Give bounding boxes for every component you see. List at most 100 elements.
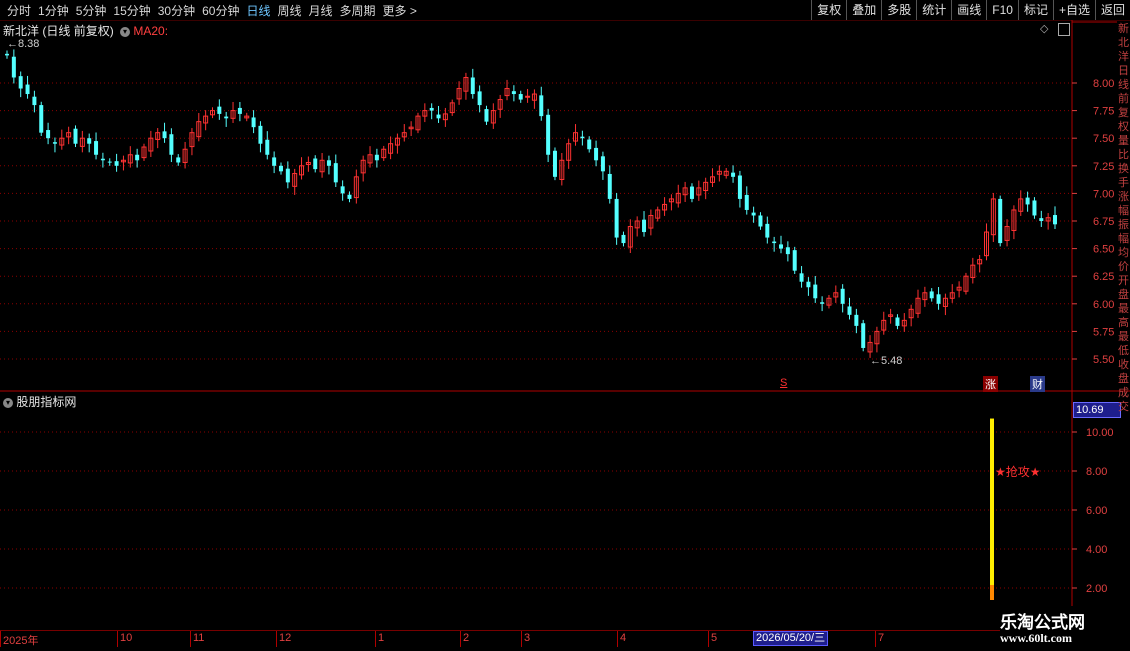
candle-body-down — [169, 134, 174, 155]
candle-body-down — [347, 194, 352, 199]
dropdown-icon[interactable]: ▾ — [120, 26, 131, 37]
s-marker[interactable]: S — [780, 377, 787, 389]
candle-body-down — [820, 302, 825, 304]
candle-body-down — [518, 94, 523, 100]
candle-body-down — [744, 194, 749, 210]
chart-mode: (日线 前复权) — [42, 24, 114, 38]
candle-body-down — [39, 105, 44, 133]
indicator-bar — [990, 418, 994, 600]
low-price-note: ←5.48 — [870, 355, 903, 367]
candle-body-down — [217, 106, 222, 114]
price-axis-label: 5.75 — [1093, 326, 1114, 338]
candle-body-down — [11, 56, 16, 78]
price-axis-label: 6.75 — [1093, 216, 1114, 228]
date-axis-label: 12 — [279, 632, 292, 644]
indicator-name: 股朋指标网 — [16, 395, 77, 409]
candlestick-series — [5, 49, 1057, 358]
candle-body-down — [251, 117, 256, 128]
date-axis-tick — [117, 631, 118, 647]
arrow-icon: ← — [7, 38, 18, 50]
candle-body-down — [854, 314, 859, 326]
date-axis-tick — [521, 631, 522, 647]
candle-body-down — [779, 244, 784, 249]
date-axis-tick — [0, 631, 1, 647]
candle-body-down — [998, 198, 1003, 244]
candle-body-down — [100, 158, 105, 161]
candle-body-down — [751, 212, 756, 216]
candle-body-down — [539, 95, 544, 117]
indicator-bar-base — [990, 585, 994, 600]
candle-body-down — [765, 223, 770, 238]
candle-body-down — [52, 142, 57, 144]
candle-body-down — [5, 53, 9, 56]
date-axis-label: 4 — [620, 632, 627, 644]
date-axis-tick — [617, 631, 618, 647]
indicator-axis-label: 4.00 — [1086, 544, 1107, 556]
candle-body-down — [94, 141, 99, 155]
candle-body-down — [32, 96, 37, 106]
price-axis-label: 7.75 — [1093, 106, 1114, 118]
candle-body-down — [265, 139, 270, 155]
indicator-axis: 10.00 8.00 6.00 4.00 2.00 — [1072, 427, 1114, 595]
candle-body-down — [237, 107, 242, 114]
candle-body-down — [689, 186, 694, 199]
kline-chart-area[interactable]: 8.00 7.75 7.50 7.25 7.00 6.75 6.50 6.25 6.00 5.75… — [0, 0, 1130, 650]
candle-body-down — [758, 215, 763, 227]
candle-body-down — [333, 163, 338, 183]
price-axis-label: 6.50 — [1093, 244, 1114, 256]
candle-body-down — [607, 173, 612, 199]
date-axis-tick — [375, 631, 376, 647]
candle-body-down — [600, 156, 605, 172]
date-axis-label: 3 — [524, 632, 531, 644]
candle-body-down — [785, 247, 790, 255]
date-axis-label: 5 — [711, 632, 718, 644]
candle-body-down — [552, 150, 557, 177]
date-axis — [0, 630, 1072, 651]
candle-body-down — [511, 91, 516, 95]
candle-body-down — [374, 154, 379, 161]
candle-body-down — [46, 130, 51, 139]
candle-body-down — [73, 128, 78, 144]
watermark-url: www.60lt.com — [1000, 631, 1072, 645]
indicator-bars — [990, 418, 994, 600]
candle-body-down — [929, 291, 934, 299]
sub-grid — [0, 431, 1072, 589]
diamond-icon[interactable]: ◇ — [1040, 22, 1048, 35]
current-value-box: 10.69 — [1073, 402, 1121, 418]
price-axis-label: 6.25 — [1093, 271, 1114, 283]
price-axis-label: 5.50 — [1093, 354, 1114, 366]
stock-name: 新北洋 — [3, 24, 40, 38]
price-axis-label: 7.00 — [1093, 188, 1114, 200]
dropdown-icon[interactable]: ▾ — [3, 397, 13, 408]
candle-body-down — [135, 154, 140, 161]
candle-body-down — [895, 317, 900, 326]
candle-body-down — [285, 168, 290, 183]
candle-body-down — [224, 116, 229, 119]
candle-body-down — [813, 284, 818, 299]
candle-body-down — [587, 139, 592, 150]
price-axis-label: 6.00 — [1093, 299, 1114, 311]
zhang-marker[interactable]: 涨 — [983, 376, 998, 392]
indicator-axis-label: 8.00 — [1086, 466, 1107, 478]
candle-body-down — [731, 172, 736, 177]
price-axis-label: 8.00 — [1093, 78, 1114, 90]
sub-chart-header: ▾ 股朋指标网 — [3, 393, 76, 410]
date-axis-label: 2 — [463, 632, 470, 644]
candle-body-down — [477, 91, 482, 106]
candle-body-down — [1025, 197, 1030, 205]
candle-body-down — [87, 138, 92, 144]
cai-marker[interactable]: 财 — [1030, 376, 1045, 392]
candle-body-down — [642, 219, 647, 233]
candle-body-down — [1053, 215, 1057, 225]
date-axis-tick — [460, 631, 461, 647]
date-axis-label: 2025年 — [3, 635, 39, 647]
candle-body-down — [114, 161, 119, 166]
candle-body-up — [525, 95, 531, 98]
price-axis: 8.00 7.75 7.50 7.25 7.00 6.75 6.50 6.25 6.00 5.75… — [0, 20, 1130, 630]
candle-body-down — [25, 84, 30, 95]
candle-body-down — [326, 160, 331, 166]
watermark-title: 乐淘公式网 — [1000, 613, 1085, 632]
indicator-axis-label: 2.00 — [1086, 583, 1107, 595]
price-axis-label: 7.50 — [1093, 133, 1114, 145]
panel-toggle-icon[interactable] — [1058, 23, 1070, 36]
